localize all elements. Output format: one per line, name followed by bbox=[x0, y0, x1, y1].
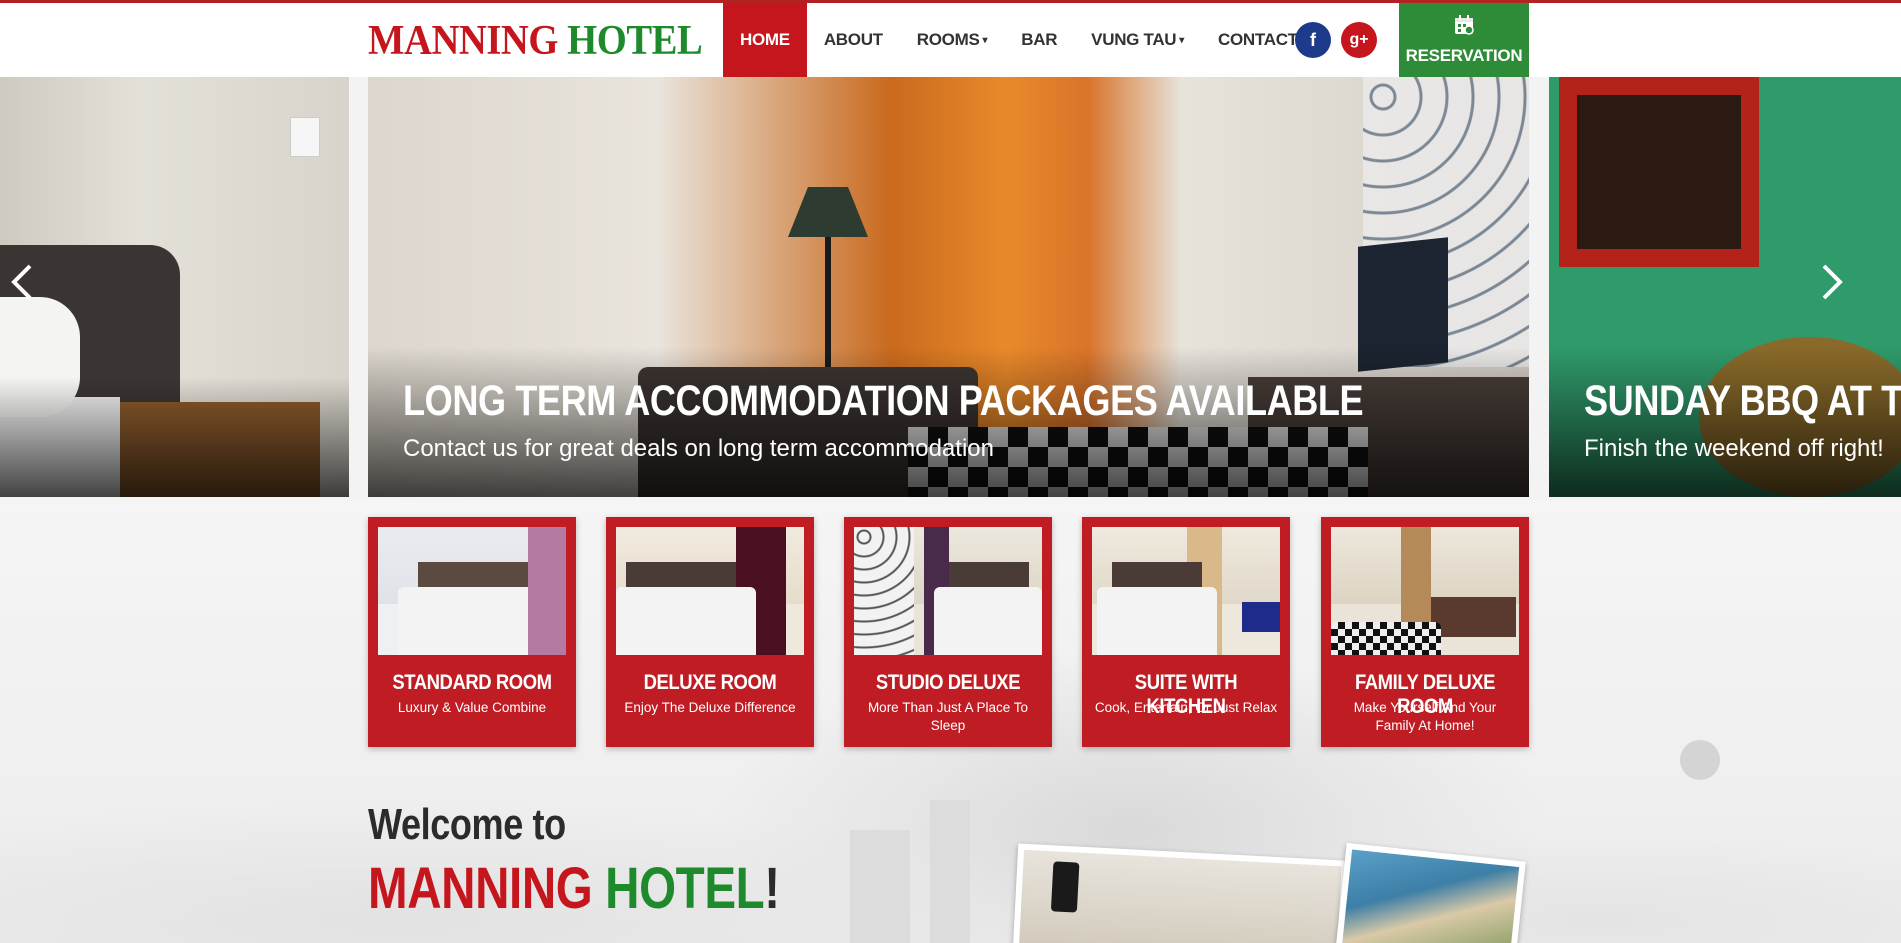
logo-text-hotel: HOTEL bbox=[567, 18, 703, 64]
welcome-photo-beach bbox=[1334, 842, 1526, 943]
welcome-exclamation: ! bbox=[764, 856, 780, 921]
nav-rooms[interactable]: ROOMS ▾ bbox=[900, 3, 1004, 77]
slide-previous[interactable] bbox=[0, 77, 349, 497]
nav-about[interactable]: ABOUT bbox=[807, 3, 900, 77]
site-logo[interactable]: MANNING HOTEL bbox=[368, 17, 703, 65]
facebook-glyph: f bbox=[1310, 29, 1316, 50]
logo-text-manning: MANNING bbox=[368, 18, 558, 64]
slide-title: LONG TERM ACCOMMODATION PACKAGES AVAILAB… bbox=[403, 377, 1364, 425]
nav-about-label: ABOUT bbox=[823, 30, 883, 49]
room-photo-bed bbox=[616, 587, 756, 655]
nav-bar-label: BAR bbox=[1021, 30, 1058, 49]
room-photo bbox=[616, 527, 804, 655]
caret-down-icon: ▾ bbox=[1179, 34, 1185, 46]
chevron-right-icon[interactable] bbox=[1820, 262, 1846, 309]
nav-rooms-label: ROOMS bbox=[916, 30, 980, 49]
room-description: Luxury & Value Combine bbox=[397, 700, 547, 715]
nav-vung-tau[interactable]: VUNG TAU ▾ bbox=[1074, 3, 1201, 77]
room-name: DELUXE ROOM bbox=[643, 671, 777, 694]
welcome-brand-heading: MANNING HOTEL! bbox=[368, 855, 780, 922]
slide-current[interactable]: LONG TERM ACCOMMODATION PACKAGES AVAILAB… bbox=[368, 77, 1529, 497]
red-window-frame-graphic bbox=[1559, 77, 1759, 267]
nav-bar[interactable]: BAR bbox=[1004, 3, 1074, 77]
room-photo bbox=[1331, 527, 1519, 655]
room-photo-bed bbox=[398, 587, 548, 655]
room-name: STUDIO DELUXE bbox=[875, 671, 1021, 694]
interior-photo-content bbox=[1018, 849, 1342, 943]
room-card-studio-deluxe[interactable]: STUDIO DELUXE More Than Just A Place To … bbox=[844, 517, 1052, 747]
google-plus-glyph: g+ bbox=[1349, 31, 1369, 48]
facebook-icon[interactable]: f bbox=[1295, 22, 1331, 58]
nav-vung-tau-label: VUNG TAU bbox=[1091, 30, 1177, 49]
slide-next[interactable]: SUNDAY BBQ AT TH Finish the weekend off … bbox=[1549, 77, 1901, 497]
welcome-heading: Welcome to bbox=[368, 800, 566, 849]
room-description: Enjoy The Deluxe Difference bbox=[624, 700, 796, 715]
room-photo-bed bbox=[934, 587, 1042, 655]
slide-subtitle: Contact us for great deals on long term … bbox=[403, 435, 994, 462]
room-description: Cook, Entertain, Or Just Relax bbox=[1094, 700, 1278, 715]
chevron-left-icon[interactable] bbox=[8, 262, 34, 309]
google-plus-icon[interactable]: g+ bbox=[1341, 22, 1377, 58]
room-photo bbox=[378, 527, 566, 655]
caret-down-icon: ▾ bbox=[982, 34, 988, 46]
reservation-label: RESERVATION bbox=[1405, 46, 1523, 65]
welcome-brand-manning: MANNING bbox=[368, 856, 593, 921]
room-photo bbox=[1092, 527, 1280, 655]
room-description: More Than Just A Place To Sleep bbox=[867, 700, 1029, 733]
room-photo-bed bbox=[1097, 587, 1217, 655]
slide-overlay bbox=[0, 377, 349, 497]
nav-contact-label: CONTACT bbox=[1218, 30, 1298, 49]
room-photo bbox=[854, 527, 1042, 655]
main-nav: HOME ABOUT ROOMS ▾ BAR VUNG TAU ▾ CONTACT bbox=[723, 3, 1315, 77]
lamp-graphic bbox=[788, 187, 868, 237]
room-card-family-deluxe[interactable]: FAMILY DELUXE ROOM Make Yourself And You… bbox=[1321, 517, 1529, 747]
nav-home-label: HOME bbox=[740, 30, 790, 49]
room-photo-chair bbox=[1242, 602, 1280, 632]
next-slide-subtitle: Finish the weekend off right! bbox=[1584, 435, 1884, 462]
beach-photo-content bbox=[1340, 849, 1520, 943]
room-description: Make Yourself And Your Family At Home! bbox=[1353, 700, 1497, 733]
next-slide-title: SUNDAY BBQ AT TH bbox=[1584, 377, 1901, 425]
site-header: MANNING HOTEL HOME ABOUT ROOMS ▾ BAR VUNG… bbox=[0, 3, 1901, 77]
room-card-deluxe[interactable]: DELUXE ROOM Enjoy The Deluxe Difference bbox=[606, 517, 814, 747]
room-photo-sofa bbox=[1431, 597, 1516, 637]
wall-lamp-graphic bbox=[1050, 861, 1080, 913]
reservation-button[interactable]: RESERVATION bbox=[1399, 3, 1529, 77]
calendar-icon bbox=[1453, 14, 1475, 40]
room-card-suite-kitchen[interactable]: SUITE WITH KITCHEN Cook, Entertain, Or J… bbox=[1082, 517, 1290, 747]
welcome-photo-interior bbox=[1012, 843, 1348, 943]
room-card-standard[interactable]: STANDARD ROOM Luxury & Value Combine bbox=[368, 517, 576, 747]
room-photo-lattice bbox=[854, 527, 914, 655]
welcome-brand-hotel: HOTEL bbox=[605, 856, 765, 921]
room-photo-curtain bbox=[528, 527, 566, 655]
room-photo-floor bbox=[1331, 622, 1441, 655]
nav-home[interactable]: HOME bbox=[723, 3, 807, 77]
room-name: STANDARD ROOM bbox=[392, 671, 552, 694]
light-switch-graphic bbox=[290, 117, 320, 157]
